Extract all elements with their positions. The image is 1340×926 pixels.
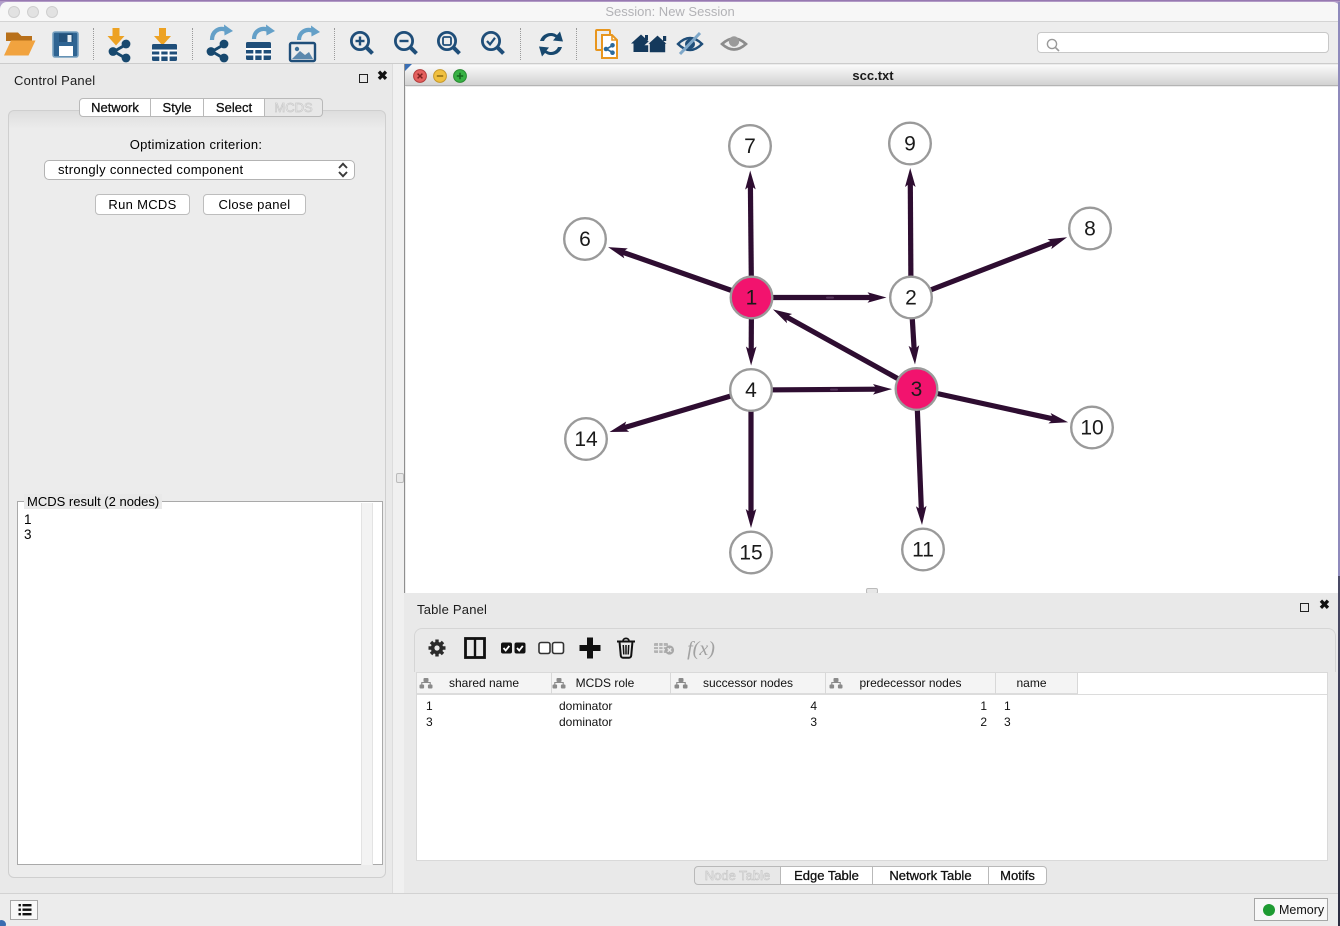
svg-text:4: 4 [745,379,757,402]
svg-text:f(x): f(x) [687,638,715,660]
svg-text:11: 11 [912,539,934,562]
svg-text:8: 8 [1084,218,1096,241]
svg-text:15: 15 [739,542,762,565]
svg-text:14: 14 [574,428,598,451]
svg-text:6: 6 [579,228,591,251]
svg-text:10: 10 [1080,417,1103,440]
svg-text:3: 3 [911,378,923,401]
svg-text:7: 7 [744,135,756,158]
svg-text:2: 2 [905,287,917,310]
svg-text:1: 1 [746,287,758,310]
svg-text:9: 9 [904,133,916,156]
